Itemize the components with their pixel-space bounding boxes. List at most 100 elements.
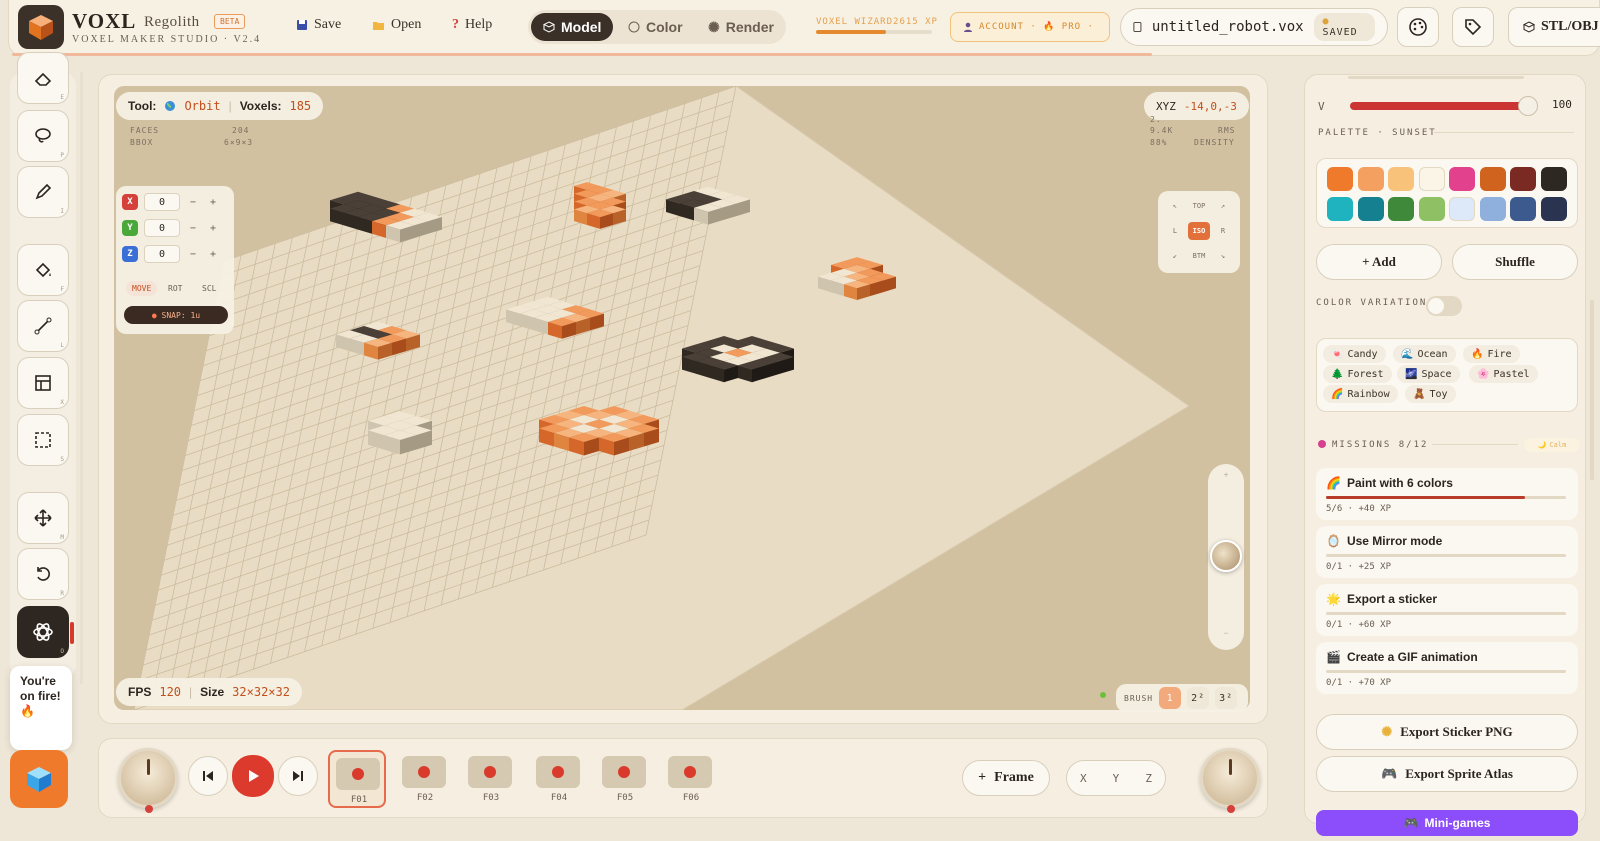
mode-scl[interactable]: SCL [196,281,222,296]
view-bottom-right[interactable]: ↘ [1212,247,1234,265]
add-frame-button[interactable]: + Frame [962,760,1050,796]
axis-x-minus[interactable]: − [186,197,200,208]
view-top-left[interactable]: ↖ [1164,197,1186,215]
filename-box[interactable]: untitled_robot.vox ● SAVED [1120,8,1388,46]
palette-swatch[interactable] [1540,167,1567,191]
theme-toy[interactable]: 🧸 Toy [1405,385,1456,403]
view-iso[interactable]: ISO [1188,222,1210,240]
axis-y-plus[interactable]: + [206,223,220,234]
view-bottom[interactable]: BTM [1188,247,1210,265]
mission-export-sticker[interactable]: 🌟 Export a sticker 0/1 · +60 XP [1316,584,1578,636]
palette-swatch[interactable] [1418,167,1445,191]
tab-model[interactable]: Model [531,13,614,41]
palette-swatch[interactable] [1388,167,1414,191]
save-button[interactable]: Save [296,17,341,33]
tab-render[interactable]: ✺ Render [696,13,786,41]
help-button[interactable]: ? Help [452,17,492,33]
axis-lock-y[interactable]: Y [1113,772,1120,785]
tag-button[interactable] [1452,7,1494,47]
palette-swatch[interactable] [1357,197,1384,221]
axis-y-input[interactable]: 0 [144,219,180,237]
zoom-out-icon[interactable]: − [1208,628,1244,638]
frame-f04[interactable]: F04 [530,750,588,808]
mode-move[interactable]: MOVE [126,281,158,296]
value-slider[interactable] [1350,102,1530,110]
frame-f02[interactable]: F02 [396,750,454,808]
palette-swatch[interactable] [1418,197,1445,221]
frame-f06[interactable]: F06 [662,750,720,808]
palette-swatch[interactable] [1357,167,1384,191]
theme-forest[interactable]: 🌲 Forest [1323,365,1392,383]
zoom-slider[interactable]: + − [1208,464,1244,650]
view-left[interactable]: L [1164,222,1186,240]
next-frame-button[interactable] [278,756,318,796]
view-top[interactable]: TOP [1188,197,1210,215]
palette-swatch[interactable] [1479,197,1506,221]
export-stl-button[interactable]: STL/OBJ [1508,7,1600,47]
orbit-tool[interactable]: O [17,606,69,658]
theme-candy[interactable]: 🍬 Candy [1323,345,1386,363]
palette-button[interactable] [1397,7,1439,47]
palette-swatch[interactable] [1327,197,1353,221]
theme-fire[interactable]: 🔥 Fire [1463,345,1520,363]
zoom-in-icon[interactable]: + [1208,470,1244,480]
mission-paint-colors[interactable]: 🌈 Paint with 6 colors 5/6 · +40 XP [1316,468,1578,520]
frame-f05[interactable]: F05 [596,750,654,808]
mini-games-button[interactable]: 🎮 Mini-games [1316,810,1578,836]
eraser-tool[interactable]: E [17,52,69,104]
axis-lock-x[interactable]: X [1080,772,1087,785]
snap-toggle[interactable]: ● SNAP: 1u [124,306,228,324]
value-slider-thumb[interactable] [1518,96,1538,116]
theme-pastel[interactable]: 🌸 Pastel [1469,365,1538,383]
lasso-tool[interactable]: P [17,110,69,162]
cube-logo-icon[interactable] [18,5,64,49]
brush-size-2[interactable]: 2² [1187,687,1210,709]
axis-x-plus[interactable]: + [206,197,220,208]
mission-mirror-mode[interactable]: 🪞 Use Mirror mode 0/1 · +25 XP [1316,526,1578,578]
palette-swatch[interactable] [1449,167,1475,191]
palette-swatch[interactable] [1510,197,1536,221]
brush-size-3[interactable]: 3² [1215,687,1238,709]
palette-swatch[interactable] [1510,167,1536,191]
color-variation-toggle[interactable] [1426,296,1462,316]
add-color-button[interactable]: + Add [1316,244,1442,280]
palette-swatch[interactable] [1327,167,1353,191]
rotate-tool[interactable]: R [17,548,69,600]
theme-rainbow[interactable]: 🌈 Rainbow [1323,385,1398,403]
mode-rot[interactable]: ROT [162,281,188,296]
axis-z-input[interactable]: 0 [144,245,180,263]
frame-f01[interactable]: F01 [328,750,386,808]
play-button[interactable] [232,755,274,797]
viewport-canvas[interactable] [114,86,1250,710]
axis-lock-z[interactable]: Z [1145,772,1152,785]
prev-frame-button[interactable] [188,756,228,796]
line-tool[interactable]: L [17,300,69,352]
view-bottom-left[interactable]: ↙ [1164,247,1186,265]
frame-f03[interactable]: F03 [462,750,520,808]
view-right[interactable]: R [1212,222,1234,240]
move-tool[interactable]: M [17,492,69,544]
axis-z-plus[interactable]: + [206,249,220,260]
axis-y-minus[interactable]: − [186,223,200,234]
pencil-tool[interactable]: I [17,166,69,218]
shuffle-button[interactable]: Shuffle [1452,244,1578,280]
palette-swatch[interactable] [1388,197,1414,221]
tab-color[interactable]: Color [616,13,695,41]
zoom-knob[interactable] [1210,540,1242,572]
theme-ocean[interactable]: 🌊 Ocean [1393,345,1456,363]
left-dial-knob[interactable] [118,748,178,813]
right-dial-knob[interactable] [1200,748,1260,813]
cube-launcher-button[interactable] [10,750,68,808]
theme-space[interactable]: 🌌 Space [1397,365,1460,383]
account-button[interactable]: ACCOUNT · 🔥 PRO · [950,12,1110,42]
frame-tool[interactable]: X [17,357,69,409]
export-sticker-button[interactable]: ✺ Export Sticker PNG [1316,714,1578,750]
palette-swatch[interactable] [1449,197,1475,221]
right-scrollbar[interactable] [1590,300,1594,480]
fill-tool[interactable]: F [17,244,69,296]
export-sprite-button[interactable]: 🎮 Export Sprite Atlas [1316,756,1578,792]
palette-swatch[interactable] [1479,167,1506,191]
open-button[interactable]: Open [372,17,421,33]
select-tool[interactable]: S [17,414,69,466]
axis-x-input[interactable]: 0 [144,193,180,211]
